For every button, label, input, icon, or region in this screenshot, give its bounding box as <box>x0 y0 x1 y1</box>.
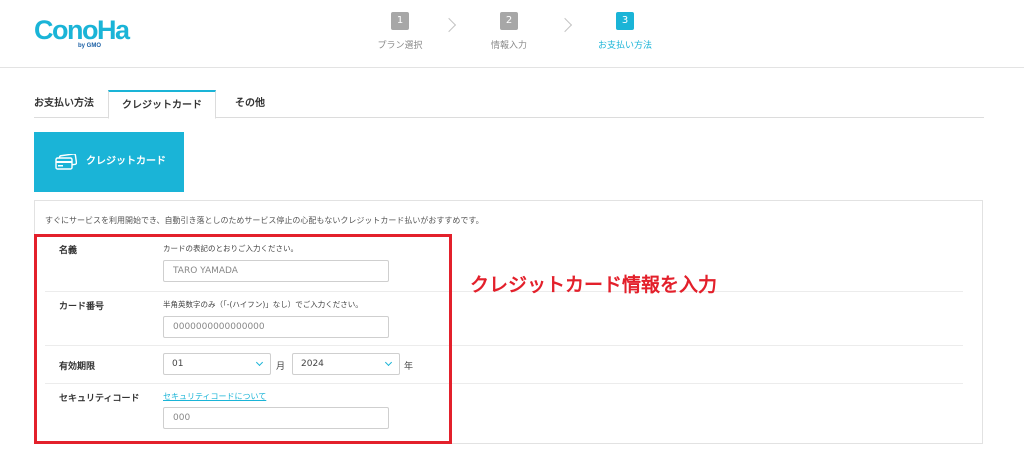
annotation-text: クレジットカード情報を入力 <box>470 274 718 296</box>
step-plan-select: 1 プラン選択 <box>360 12 440 51</box>
step-label: 情報入力 <box>490 41 527 51</box>
step-label: お支払い方法 <box>597 41 652 51</box>
payment-heading: お支払い方法 <box>34 98 94 109</box>
credit-card-icon <box>55 154 77 170</box>
payment-tabs: お支払い方法 クレジットカード その他 <box>34 90 984 119</box>
progress-steps: 1 プラン選択 2 情報入力 3 お支払い方法 <box>360 12 690 56</box>
annotation-highlight-box <box>34 234 452 444</box>
step-label: プラン選択 <box>377 41 423 51</box>
svg-text:ConoHa: ConoHa <box>34 15 131 45</box>
header: ConoHa by GMO 1 プラン選択 2 情報入力 3 お支払い方法 <box>0 0 1024 68</box>
step-number: 2 <box>500 12 518 30</box>
tab-other[interactable]: その他 <box>224 90 276 118</box>
form-intro: すぐにサービスを利用開始でき、自動引き落としのためサービス停止の心配もないクレジ… <box>45 216 484 225</box>
chevron-right-icon <box>441 17 457 33</box>
step-number: 1 <box>391 12 409 30</box>
method-tile-label: クレジットカード <box>86 156 166 167</box>
chevron-right-icon <box>557 17 573 33</box>
step-number: 3 <box>616 12 634 30</box>
tab-credit-card[interactable]: クレジットカード <box>108 90 216 119</box>
conoha-logo[interactable]: ConoHa by GMO <box>34 14 134 50</box>
step-payment: 3 お支払い方法 <box>585 12 665 51</box>
step-info-input: 2 情報入力 <box>469 12 549 51</box>
credit-card-method-tile[interactable]: クレジットカード <box>34 132 184 192</box>
svg-text:by GMO: by GMO <box>78 43 101 49</box>
